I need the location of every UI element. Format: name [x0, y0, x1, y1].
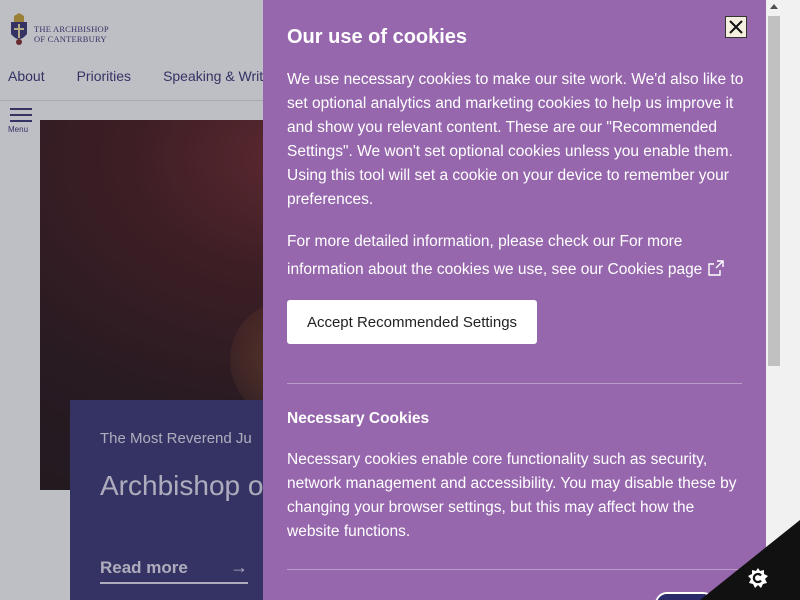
cookies-page-link[interactable]: For more detailed information, please ch… [287, 233, 702, 278]
section-divider [287, 569, 742, 570]
close-icon [729, 20, 743, 34]
page-scrollbar[interactable] [783, 0, 800, 600]
cookie-panel-title: Our use of cookies [287, 26, 468, 48]
external-link-icon [708, 260, 725, 276]
cookie-more-info[interactable]: For more detailed information, please ch… [287, 228, 747, 284]
cookie-control-badge[interactable] [700, 520, 800, 600]
necessary-cookies-heading: Necessary Cookies [287, 410, 430, 427]
cookie-consent-panel: Our use of cookies We use necessary cook… [263, 0, 766, 600]
necessary-cookies-text: Necessary cookies enable core functional… [287, 451, 737, 540]
scroll-up-arrow-icon[interactable] [770, 4, 778, 9]
accept-recommended-button[interactable]: Accept Recommended Settings [287, 300, 537, 344]
panel-scrollbar[interactable] [766, 0, 783, 600]
section-divider [287, 383, 742, 384]
cookie-control-icon [748, 568, 768, 588]
scrollbar-thumb[interactable] [768, 16, 780, 366]
cookie-intro-text: We use necessary cookies to make our sit… [287, 71, 744, 208]
close-button[interactable] [725, 16, 747, 38]
